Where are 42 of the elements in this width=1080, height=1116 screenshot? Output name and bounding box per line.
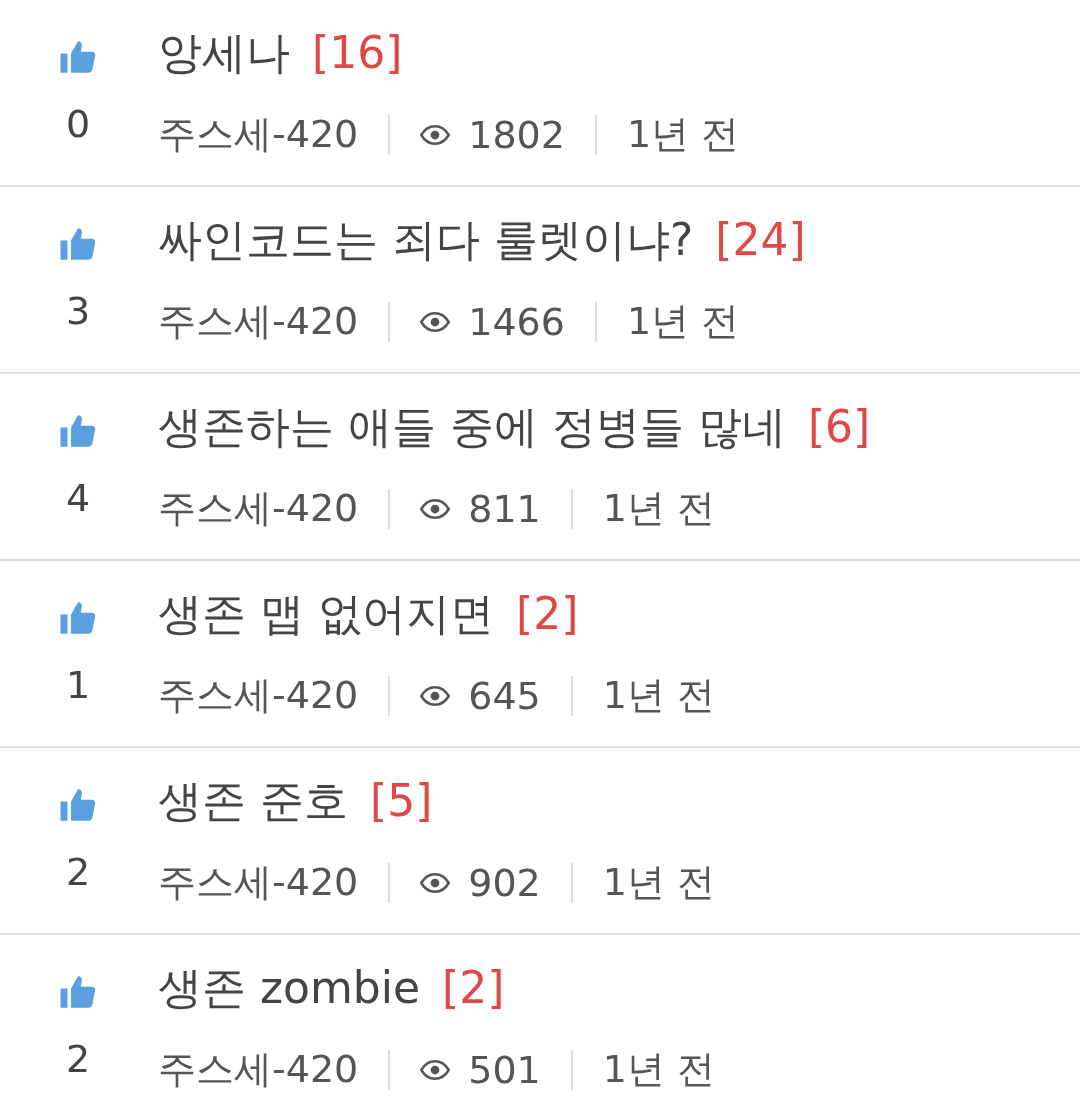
like-count: 4: [65, 476, 91, 520]
author-name: 주스세-420: [158, 859, 359, 906]
comment-count: [24]: [715, 214, 806, 265]
author-name: 주스세-420: [158, 1046, 359, 1093]
view-count: 811: [468, 486, 541, 531]
eye-icon: [420, 311, 451, 332]
post-title[interactable]: 생존 준호: [158, 772, 348, 831]
eye-icon: [420, 124, 451, 145]
post-time: 1년 전: [602, 859, 716, 906]
view-count: 501: [468, 1047, 541, 1092]
view-count: 1466: [468, 299, 565, 344]
comment-count: [2]: [442, 962, 505, 1013]
author-name: 주스세-420: [158, 672, 359, 719]
view-count: 1802: [468, 112, 565, 157]
like-count: 3: [65, 289, 91, 333]
eye-icon: [420, 1059, 451, 1080]
eye-icon: [420, 685, 451, 706]
author-name: 주스세-420: [158, 111, 359, 158]
like-count: 0: [65, 102, 91, 146]
like-count: 2: [65, 1037, 91, 1081]
like-count: 1: [65, 663, 91, 707]
author-name: 주스세-420: [158, 298, 359, 345]
post-time: 1년 전: [602, 672, 716, 719]
post-time: 1년 전: [626, 111, 740, 158]
post-time: 1년 전: [626, 298, 740, 345]
author-name: 주스세-420: [158, 485, 359, 532]
view-count: 645: [468, 673, 541, 718]
comment-count: [16]: [312, 27, 403, 78]
comment-count: [5]: [370, 775, 433, 826]
post-title[interactable]: 생존 zombie: [158, 959, 421, 1018]
post-title[interactable]: 싸인코드는 죄다 룰렛이냐?: [158, 211, 694, 270]
post-title[interactable]: 앙세나: [158, 24, 290, 83]
comment-count: [2]: [516, 588, 579, 639]
post-title[interactable]: 생존하는 애들 중에 정병들 많네: [158, 398, 786, 457]
eye-icon: [420, 872, 451, 893]
view-count: 902: [468, 860, 541, 905]
post-time: 1년 전: [602, 1046, 716, 1093]
post-title[interactable]: 생존 맵 없어지면: [158, 585, 494, 644]
eye-icon: [420, 498, 451, 519]
comment-count: [6]: [807, 401, 871, 452]
post-time: 1년 전: [602, 485, 716, 532]
like-count: 2: [65, 850, 91, 894]
